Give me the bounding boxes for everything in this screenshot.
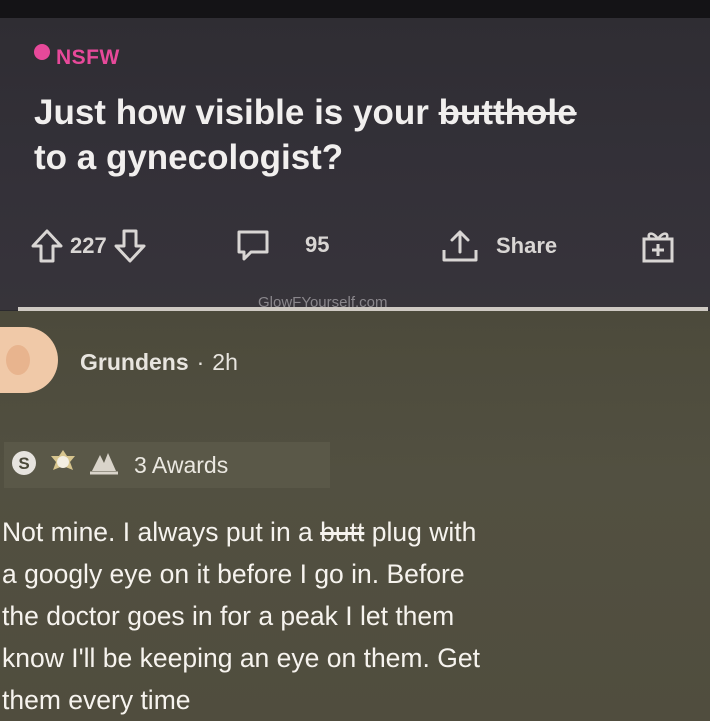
share-label: Share — [496, 233, 558, 258]
upvote-count: 227 — [70, 233, 107, 258]
share-button[interactable]: Share — [440, 228, 557, 264]
comment-body: Not mine. I always put in a butt plug wi… — [2, 511, 710, 721]
nsfw-badge: NSFW — [34, 44, 120, 70]
downvote-icon[interactable] — [113, 228, 147, 264]
comment-line-1: Not mine. I always put in a butt plug wi… — [2, 517, 477, 547]
comment-meta: Grundens · 2h — [80, 349, 238, 376]
award-button[interactable] — [640, 228, 676, 264]
title-text-end: to a gynecologist? — [34, 138, 344, 177]
awards-label: 3 Awards — [134, 451, 229, 478]
svg-text:S: S — [18, 454, 29, 473]
post-actions: 227 95 Share — [30, 228, 700, 268]
title-struck-word: butthole — [438, 93, 577, 132]
awards-row[interactable]: S 3 Awards — [4, 442, 330, 488]
nsfw-dot-icon — [34, 44, 50, 60]
avatar[interactable] — [0, 327, 58, 393]
comment-author[interactable]: Grundens — [80, 349, 189, 375]
comment-count: 95 — [305, 232, 330, 257]
post-title[interactable]: Just how visible is your butthole to a g… — [34, 90, 684, 180]
upvote-icon[interactable] — [30, 228, 64, 264]
comment-card: Grundens · 2h S 3 Awards Not mine. I alway… — [0, 311, 710, 721]
helpful-award-icon — [88, 449, 120, 482]
wholesome-award-icon — [48, 448, 78, 483]
share-icon — [440, 228, 480, 264]
silver-award-icon: S — [10, 449, 38, 482]
vote-group: 227 — [30, 228, 147, 264]
comment-line-5: them every time — [2, 685, 191, 715]
comment-line-2: a googly eye on it before I go in. Befor… — [2, 559, 465, 589]
nsfw-label: NSFW — [56, 46, 120, 69]
comment-time: 2h — [212, 349, 238, 375]
comment-line-4: know I'll be keeping an eye on them. Get — [2, 643, 480, 673]
gift-icon — [640, 228, 676, 264]
post-card: NSFW Just how visible is your butthole t… — [0, 18, 710, 311]
meta-separator: · — [196, 349, 205, 375]
top-bar — [0, 0, 710, 18]
comment-line-3: the doctor goes in for a peak I let them — [2, 601, 455, 631]
comment-icon — [235, 228, 271, 262]
title-text-start: Just how visible is your — [34, 93, 439, 132]
comments-button[interactable]: 95 — [235, 228, 329, 262]
comment-struck-word: butt — [320, 517, 365, 547]
